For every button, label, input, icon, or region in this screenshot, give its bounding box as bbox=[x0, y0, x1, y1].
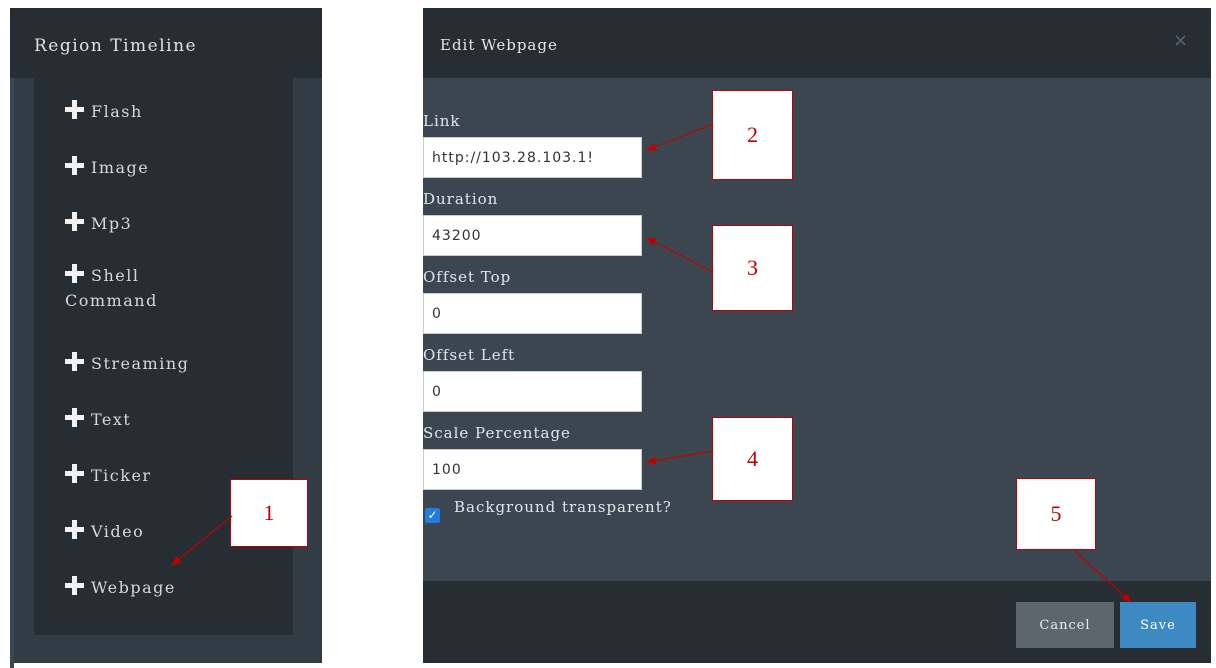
duration-input[interactable] bbox=[423, 215, 642, 256]
plus-icon bbox=[65, 520, 84, 539]
region-item-label: Webpage bbox=[91, 578, 176, 597]
plus-icon bbox=[65, 100, 84, 119]
callout-3: 3 bbox=[712, 225, 793, 311]
region-item-mp3[interactable]: Mp3 bbox=[65, 211, 132, 236]
region-item-flash[interactable]: Flash bbox=[65, 99, 143, 124]
region-item-image[interactable]: Image bbox=[65, 155, 149, 180]
region-item-label: Mp3 bbox=[91, 214, 133, 233]
plus-icon bbox=[65, 212, 84, 231]
region-item-streaming[interactable]: Streaming bbox=[65, 351, 189, 376]
region-item-text[interactable]: Text bbox=[65, 407, 131, 432]
plus-icon bbox=[65, 156, 84, 175]
region-timeline-header: Region Timeline bbox=[10, 8, 322, 78]
background-transparent-checkbox[interactable]: ✓ bbox=[425, 508, 440, 523]
region-item-label: Image bbox=[91, 158, 150, 177]
plus-icon bbox=[65, 352, 84, 371]
offset-left-input[interactable] bbox=[423, 371, 642, 412]
scale-percentage-input[interactable] bbox=[423, 449, 642, 490]
region-item-label: Shell bbox=[91, 266, 140, 285]
region-item-label: Video bbox=[91, 522, 145, 541]
offset-top-input[interactable] bbox=[423, 293, 642, 334]
region-item-label: Ticker bbox=[91, 466, 152, 485]
link-label: Link bbox=[423, 112, 461, 130]
plus-icon bbox=[65, 576, 84, 595]
callout-5: 5 bbox=[1016, 478, 1096, 550]
save-button[interactable]: Save bbox=[1120, 602, 1196, 648]
plus-icon bbox=[65, 264, 84, 283]
region-item-label-line2: Command bbox=[65, 291, 158, 310]
region-item-shell-command[interactable]: Shell Command bbox=[65, 263, 158, 313]
plus-icon bbox=[65, 464, 84, 483]
region-item-list: Flash Image Mp3 Shell Command Streaming T… bbox=[34, 78, 293, 635]
offset-left-label: Offset Left bbox=[423, 346, 516, 364]
region-timeline-panel: Region Timeline Flash Image Mp3 Shell Com… bbox=[10, 8, 322, 668]
scale-percentage-label: Scale Percentage bbox=[423, 424, 571, 442]
background-transparent-label: Background transparent? bbox=[454, 498, 672, 516]
modal-title: Edit Webpage bbox=[440, 36, 558, 54]
callout-1: 1 bbox=[230, 479, 308, 547]
region-item-label: Streaming bbox=[91, 354, 190, 373]
close-icon[interactable]: × bbox=[1173, 30, 1188, 51]
panel-stripe bbox=[10, 78, 14, 668]
region-timeline-title: Region Timeline bbox=[34, 36, 198, 56]
modal-header: Edit Webpage × bbox=[423, 8, 1211, 78]
plus-icon bbox=[65, 408, 84, 427]
duration-label: Duration bbox=[423, 190, 499, 208]
region-item-webpage[interactable]: Webpage bbox=[65, 575, 176, 600]
region-item-label: Flash bbox=[91, 102, 143, 121]
link-input[interactable] bbox=[423, 137, 642, 178]
callout-2: 2 bbox=[712, 90, 793, 180]
region-item-ticker[interactable]: Ticker bbox=[65, 463, 152, 488]
callout-4: 4 bbox=[712, 417, 793, 501]
region-item-video[interactable]: Video bbox=[65, 519, 144, 544]
region-item-label: Text bbox=[91, 410, 132, 429]
cancel-button[interactable]: Cancel bbox=[1016, 602, 1114, 648]
offset-top-label: Offset Top bbox=[423, 268, 512, 286]
edit-webpage-modal: Edit Webpage × Link Duration Offset Top … bbox=[423, 8, 1211, 663]
